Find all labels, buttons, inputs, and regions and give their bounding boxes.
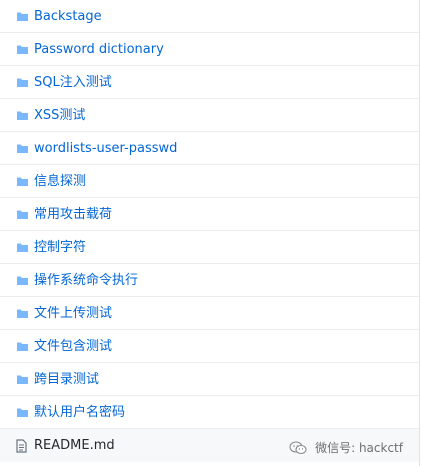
folder-row-xss[interactable]: XSS测试 <box>0 99 419 132</box>
folder-name[interactable]: 操作系统命令执行 <box>34 274 138 287</box>
folder-name[interactable]: 控制字符 <box>34 241 86 254</box>
folder-row-file-upload[interactable]: 文件上传测试 <box>0 297 419 330</box>
wechat-icon <box>289 440 307 455</box>
file-name[interactable]: README.md <box>34 439 115 452</box>
folder-name[interactable]: Password dictionary <box>34 43 164 56</box>
folder-name[interactable]: Backstage <box>34 10 102 23</box>
folder-icon <box>16 407 29 418</box>
folder-name[interactable]: 信息探测 <box>34 175 86 188</box>
folder-name[interactable]: 文件包含测试 <box>34 340 112 353</box>
folder-row-directory-traversal[interactable]: 跨目录测试 <box>0 363 419 396</box>
file-list: Backstage Password dictionary SQL注入测试 XS… <box>0 0 420 466</box>
folder-name[interactable]: SQL注入测试 <box>34 76 112 89</box>
folder-row-os-command-exec[interactable]: 操作系统命令执行 <box>0 264 419 297</box>
folder-name[interactable]: 文件上传测试 <box>34 307 112 320</box>
folder-icon <box>16 11 29 22</box>
folder-name[interactable]: 跨目录测试 <box>34 373 99 386</box>
folder-name[interactable]: 常用攻击载荷 <box>34 208 112 221</box>
folder-icon <box>16 242 29 253</box>
folder-row-sql-injection[interactable]: SQL注入测试 <box>0 66 419 99</box>
folder-icon <box>16 308 29 319</box>
folder-icon <box>16 374 29 385</box>
folder-icon <box>16 275 29 286</box>
folder-icon <box>16 44 29 55</box>
folder-icon <box>16 209 29 220</box>
watermark: 微信号: hackctf <box>289 439 403 456</box>
folder-row-control-characters[interactable]: 控制字符 <box>0 231 419 264</box>
folder-name[interactable]: XSS测试 <box>34 109 85 122</box>
folder-icon <box>16 143 29 154</box>
folder-row-default-credentials[interactable]: 默认用户名密码 <box>0 396 419 429</box>
folder-name[interactable]: 默认用户名密码 <box>34 406 125 419</box>
file-icon <box>16 438 27 453</box>
folder-icon <box>16 176 29 187</box>
folder-icon <box>16 110 29 121</box>
folder-row-password-dictionary[interactable]: Password dictionary <box>0 33 419 66</box>
folder-row-common-payloads[interactable]: 常用攻击载荷 <box>0 198 419 231</box>
folder-icon <box>16 77 29 88</box>
watermark-text: 微信号: hackctf <box>315 441 403 455</box>
folder-row-file-inclusion[interactable]: 文件包含测试 <box>0 330 419 363</box>
folder-name[interactable]: wordlists-user-passwd <box>34 142 177 155</box>
folder-icon <box>16 341 29 352</box>
folder-row-wordlists-user-passwd[interactable]: wordlists-user-passwd <box>0 132 419 165</box>
folder-row-backstage[interactable]: Backstage <box>0 0 419 33</box>
folder-row-info-detection[interactable]: 信息探测 <box>0 165 419 198</box>
